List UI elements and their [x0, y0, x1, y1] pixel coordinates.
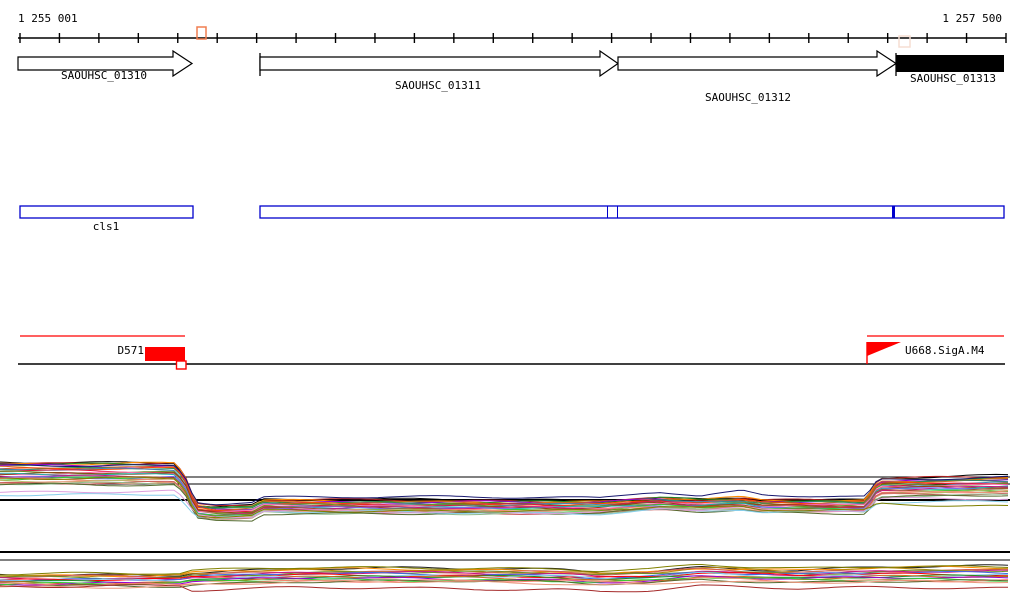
gene-arrow[interactable] [259, 49, 620, 78]
cds-divider [617, 206, 618, 218]
gene-arrow[interactable] [617, 49, 898, 78]
gene-label[interactable]: SAOUHSC_01313 [910, 72, 996, 85]
genome-browser-screen: 1 255 001 1 257 500 SAOUHSC_01310 SAOUHSC… [0, 0, 1024, 611]
tss-label-u668[interactable]: U668.SigA.M4 [905, 344, 984, 357]
tss-flag-down[interactable] [145, 347, 185, 361]
ruler-start-coordinate: 1 255 001 [18, 12, 78, 25]
gene-label-cls1[interactable]: cls1 [93, 220, 120, 233]
gene-label[interactable]: SAOUHSC_01310 [61, 69, 147, 82]
tracks-canvas [0, 26, 1010, 593]
cds-box[interactable] [19, 205, 194, 219]
tss-notch[interactable] [175, 360, 187, 370]
ruler-end-coordinate: 1 257 500 [942, 12, 1002, 25]
tss-label-d571[interactable]: D571 [118, 344, 145, 357]
cds-divider [892, 206, 895, 218]
gene-filled-box[interactable] [896, 55, 1004, 72]
cds-divider [607, 206, 608, 218]
gene-label[interactable]: SAOUHSC_01312 [705, 91, 791, 104]
tss-flag-up[interactable] [867, 342, 901, 356]
expression-lower-series-line [0, 584, 1009, 593]
gene-label[interactable]: SAOUHSC_01311 [395, 79, 481, 92]
